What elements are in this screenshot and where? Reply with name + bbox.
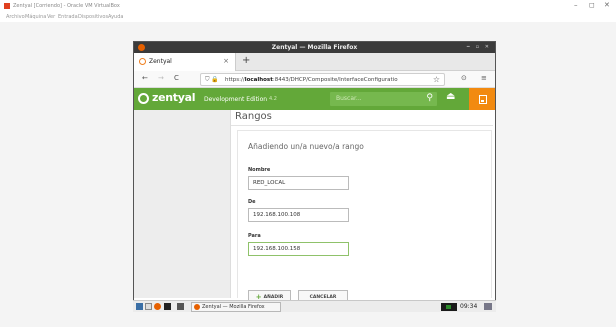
taskbar-task-firefox[interactable]: Zentyal — Mozilla Firefox [191,302,281,312]
content-area: Rangos Añadiendo un/a nuevo/a rango Nomb… [134,110,495,305]
de-field[interactable]: 192.168.100.108 [248,208,349,222]
pocket-icon[interactable]: ⊙ [461,74,467,82]
new-tab-button[interactable]: + [242,55,250,66]
page-title: Rangos [235,111,272,122]
add-range-form: Añadiendo un/a nuevo/a rango Nombre RED_… [237,130,492,305]
menu-archivo[interactable]: Archivo [6,14,25,20]
save-changes-button[interactable] [469,88,495,110]
network-indicator-icon[interactable] [441,303,457,311]
guest-taskbar: Zentyal — Mozilla Firefox 09:34 [133,300,496,312]
virtualbox-icon [4,3,10,9]
de-label: De [248,199,256,205]
menu-ayuda[interactable]: Ayuda [108,14,123,20]
title-divider [231,125,493,126]
clock: 09:34 [460,303,478,310]
terminal-icon[interactable] [164,303,171,310]
menu-maquina[interactable]: Máquina [25,14,46,20]
version-label: 4.2 [269,96,277,102]
virtualbox-titlebar: Zentyal [Corriendo] - Oracle VM VirtualB… [0,0,616,12]
zentyal-header: zentyal Development Edition 4.2 Buscar..… [134,88,495,110]
edition-label: Development Edition [204,96,268,103]
virtualbox-menubar: Archivo Máquina Ver Entrada Dispositivos… [0,12,616,22]
tab-zentyal[interactable]: Zentyal × [134,53,236,71]
tab-close-icon[interactable]: × [223,57,229,65]
firefox-icon [138,44,145,51]
zentyal-logo-icon [138,93,149,104]
firefox-task-icon [194,304,200,310]
firefox-window-title: Zentyal — Mozilla Firefox [271,44,358,51]
taskbar-task-label: Zentyal — Mozilla Firefox [202,304,265,310]
guest-desktop: Zentyal — Mozilla Firefox ‒ ▫ ✕ Zentyal … [0,22,616,327]
logout-icon[interactable]: ⏏ [446,91,455,102]
show-desktop-icon[interactable] [177,303,184,310]
firefox-titlebar: Zentyal — Mozilla Firefox ‒ ▫ ✕ [134,42,495,53]
firefox-window-controls[interactable]: ‒ ▫ ✕ [466,42,491,53]
back-icon[interactable]: ← [142,74,148,82]
minimize-button[interactable]: – [574,1,578,9]
menu-entrada[interactable]: Entrada [58,14,78,20]
navigation-bar: ← → C ⛉ 🔒 https://localhost:8443/DHCP/Co… [134,71,495,88]
file-manager-icon[interactable] [145,303,152,310]
menu-start-icon[interactable] [136,303,143,310]
tab-bar: Zentyal × + [134,53,495,71]
firefox-launcher-icon[interactable] [154,303,161,310]
reload-icon[interactable]: C [174,74,179,82]
para-label: Para [248,233,261,239]
main-panel: Rangos Añadiendo un/a nuevo/a rango Nomb… [230,110,495,305]
save-disk-icon [479,95,487,104]
bookmark-star-icon[interactable]: ☆ [433,75,440,84]
search-box[interactable]: Buscar... ⚲ [330,92,437,106]
forward-icon[interactable]: → [158,74,164,82]
firefox-window: Zentyal — Mozilla Firefox ‒ ▫ ✕ Zentyal … [133,41,496,311]
nombre-label: Nombre [248,167,271,173]
menu-dispositivos[interactable]: Dispositivos [78,14,108,20]
form-heading: Añadiendo un/a nuevo/a rango [248,142,364,151]
close-button[interactable]: ✕ [604,1,610,9]
search-icon[interactable]: ⚲ [426,93,433,103]
url-bar[interactable]: ⛉ 🔒 https://localhost:8443/DHCP/Composit… [200,73,445,86]
tab-label: Zentyal [149,58,172,65]
url-text[interactable]: https://localhost:8443/DHCP/Composite/In… [225,77,420,83]
menu-ver[interactable]: Ver [47,14,55,20]
hamburger-menu-icon[interactable]: ≡ [481,74,487,82]
nombre-field[interactable]: RED_LOCAL [248,176,349,190]
tray-end-icon[interactable] [484,303,492,310]
restore-button[interactable]: ◻ [589,1,595,9]
zentyal-logo[interactable]: zentyal [152,91,196,104]
search-input[interactable]: Buscar... [336,95,362,102]
lock-icon: ⛉ 🔒 [205,76,219,83]
virtualbox-title: Zentyal [Corriendo] - Oracle VM VirtualB… [13,3,120,9]
zentyal-favicon-icon [139,58,146,65]
para-field[interactable]: 192.168.100.158 [248,242,349,256]
